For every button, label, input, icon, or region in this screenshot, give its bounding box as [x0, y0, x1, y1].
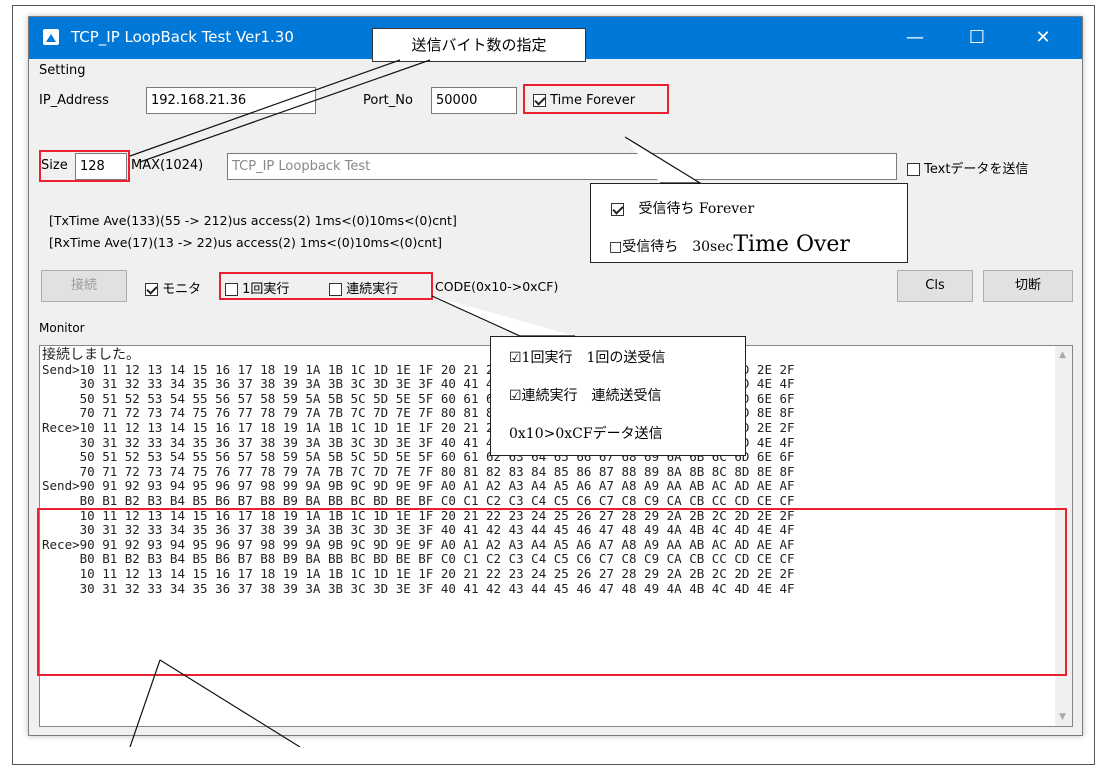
callout-leader-lines [129, 59, 703, 747]
